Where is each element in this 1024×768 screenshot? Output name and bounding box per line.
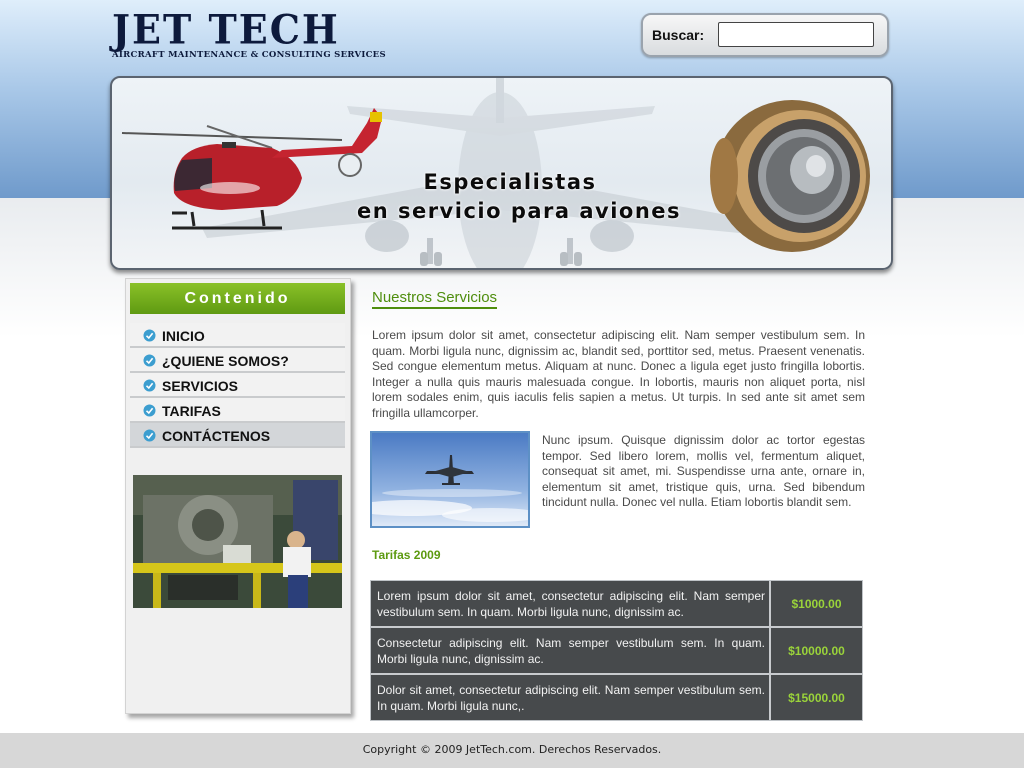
search-label: Buscar: [652,27,705,43]
sidebar-item-contactenos[interactable]: CONTÁCTENOS [130,423,345,448]
rate-price: $10000.00 [788,643,845,658]
rates-table: Lorem ipsum dolor sit amet, consectetur … [370,580,863,721]
rate-description: Dolor sit amet, consectetur adipiscing e… [371,675,771,720]
rate-price: $15000.00 [788,690,845,705]
sidebar-item-quiene-somos[interactable]: ¿QUIENE SOMOS? [130,348,345,373]
sidebar-item-label: TARIFAS [162,403,221,419]
intro-paragraph: Lorem ipsum dolor sit amet, consectetur … [372,328,865,420]
sidebar-title: Contenido [130,283,345,314]
table-row: Dolor sit amet, consectetur adipiscing e… [371,675,862,720]
airplane-photo [370,431,530,528]
rate-description: Consectetur adipiscing elit. Nam semper … [371,628,771,673]
rates-heading: Tarifas 2009 [372,548,441,562]
sidebar-menu: INICIO ¿QUIENE SOMOS? SERVICIOS TARIFAS … [130,323,345,448]
sidebar-item-label: CONTÁCTENOS [162,428,271,444]
sidebar-item-label: SERVICIOS [162,378,238,394]
search-box: Buscar: [641,13,889,57]
logo-title: JET TECH [112,5,340,54]
table-row: Lorem ipsum dolor sit amet, consectetur … [371,581,862,628]
check-circle-icon [143,404,156,417]
check-circle-icon [143,429,156,442]
check-circle-icon [143,379,156,392]
sidebar-item-label: INICIO [162,328,205,344]
site-logo[interactable]: JET TECH AIRCRAFT MAINTENANCE & CONSULTI… [112,5,387,62]
sidebar-item-servicios[interactable]: SERVICIOS [130,373,345,398]
sidebar-item-tarifas[interactable]: TARIFAS [130,398,345,423]
check-circle-icon [143,354,156,367]
search-input[interactable] [718,22,874,47]
sidebar-item-inicio[interactable]: INICIO [130,323,345,348]
rate-price: $1000.00 [791,596,842,611]
services-paragraph: Nunc ipsum. Quisque dignissim dolor ac t… [542,433,865,510]
sidebar-item-label: ¿QUIENE SOMOS? [162,353,289,369]
footer: Copyright © 2009 JetTech.com. Derechos R… [0,733,1024,768]
check-circle-icon [143,329,156,342]
engine-workshop-photo [133,475,342,608]
banner-headline-line1: Especialistas [423,170,597,194]
copyright-text: Copyright © 2009 JetTech.com. Derechos R… [362,743,662,756]
banner-headline-line2: en servicio para aviones [356,199,682,223]
hero-banner: Especialistas en servicio para aviones [110,76,893,270]
sidebar: Contenido INICIO ¿QUIENE SOMOS? SERVICIO… [125,278,351,714]
rate-description: Lorem ipsum dolor sit amet, consectetur … [371,581,771,626]
table-row: Consectetur adipiscing elit. Nam semper … [371,628,862,675]
page-title: Nuestros Servicios [372,289,498,309]
